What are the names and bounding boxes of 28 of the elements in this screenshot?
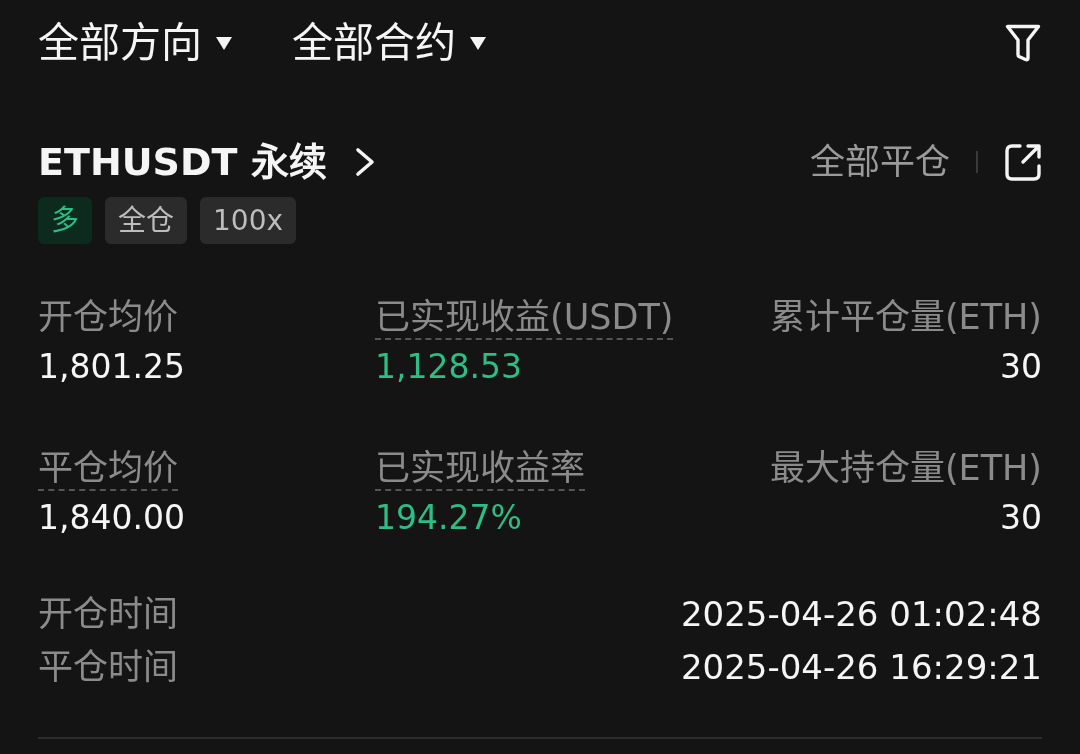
position-tag: 全仓 <box>105 197 187 244</box>
chevron-right-icon[interactable] <box>354 147 375 177</box>
position-tag: 100x <box>200 197 296 244</box>
stat-label: 最大持仓量(ETH) <box>769 447 1042 490</box>
filter-dropdown[interactable]: 全部方向 <box>38 18 232 68</box>
stat-value: 194.27% <box>375 497 522 539</box>
caret-icon <box>470 36 486 50</box>
time-value: 2025-04-26 16:29:21 <box>680 646 1042 689</box>
stat-value: 1,801.25 <box>38 346 185 388</box>
stat-label: 开仓均价 <box>38 296 178 339</box>
stat-value: 30 <box>1000 497 1042 539</box>
stat-label: 平仓均价 <box>38 447 178 491</box>
stat-label: 累计平仓量(ETH) <box>769 296 1042 339</box>
filter-icon[interactable] <box>1004 23 1042 63</box>
position-tag: 多 <box>38 197 92 244</box>
stat-value: 1,128.53 <box>375 346 522 388</box>
contract-title[interactable]: ETHUSDT 永续 <box>38 137 327 187</box>
caret-icon <box>216 36 232 50</box>
filter-dropdown[interactable]: 全部合约 <box>292 18 486 68</box>
time-value: 2025-04-26 01:02:48 <box>680 593 1042 636</box>
share-icon[interactable] <box>1004 142 1042 182</box>
time-label: 平仓时间 <box>38 646 178 689</box>
stat-label: 已实现收益(USDT) <box>375 296 674 340</box>
stat-value: 1,840.00 <box>38 497 185 539</box>
stat-value: 30 <box>1000 346 1042 388</box>
stat-label: 已实现收益率 <box>375 447 585 491</box>
close-all-button[interactable]: 全部平仓 <box>810 139 950 185</box>
time-label: 开仓时间 <box>38 593 178 636</box>
